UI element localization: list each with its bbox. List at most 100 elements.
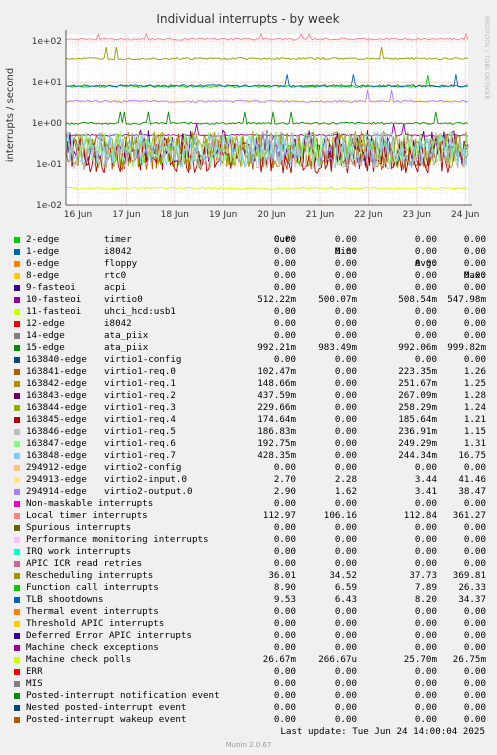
legend-swatch [14, 681, 20, 687]
legend-series-desc: virtio0 [104, 294, 143, 305]
legend-row: ERR 0.00 0.00 0.00 0.00 [0, 666, 497, 678]
legend-min-value: 0.00 [334, 426, 357, 437]
legend-min-value: 0.00 [334, 306, 357, 317]
legend-min-value: 0.00 [334, 438, 357, 449]
legend-series-desc: virtio2-output.0 [104, 486, 193, 497]
legend-series-name: Machine check polls [26, 654, 132, 665]
legend-series-desc: virtio1-req.0 [104, 366, 176, 377]
legend-min-value: 0.00 [334, 450, 357, 461]
legend-swatch [14, 513, 20, 519]
x-tick-label: 18 Jun [161, 210, 189, 220]
legend-series-name: Spurious interrupts [26, 522, 132, 533]
legend-row: Thermal event interrupts 0.00 0.00 0.00 0.00 [0, 606, 497, 618]
x-tick-label: 20 Jun [257, 210, 285, 220]
legend-series-desc: virtio1-req.3 [104, 402, 176, 413]
legend-series-name: APIC ICR read retries [26, 558, 143, 569]
legend-min-value: 0.00 [334, 390, 357, 401]
legend-series-name: 12-edge [26, 318, 65, 329]
legend-swatch [14, 597, 20, 603]
legend-row: 163846-edge virtio1-req.5 186.83m 0.00 236.9… [0, 426, 497, 438]
x-tick-label: 17 Jun [112, 210, 140, 220]
legend-min-value: 0.00 [334, 714, 357, 725]
legend-swatch [14, 549, 20, 555]
legend-swatch [14, 633, 20, 639]
legend-series-desc: rtc0 [104, 270, 127, 281]
legend-min-value: 0.00 [334, 702, 357, 713]
legend-max-value: 999.82m [447, 342, 486, 353]
legend-max-value: 0.00 [463, 498, 486, 509]
legend-swatch [14, 621, 20, 627]
legend-series-name: Rescheduling interrupts [26, 570, 154, 581]
legend-swatch [14, 501, 20, 507]
legend-series-desc: virtio1-req.4 [104, 414, 176, 425]
legend-max-value: 1.24 [463, 402, 486, 413]
legend-row: Non-maskable interrupts 0.00 0.00 0.00 0.00 [0, 498, 497, 510]
legend-series-name: 15-edge [26, 342, 65, 353]
legend-row: IRQ work interrupts 0.00 0.00 0.00 0.00 [0, 546, 497, 558]
legend-series-name: ERR [26, 666, 43, 677]
legend-row: Machine check polls 26.67m 266.67u 25.70m 26… [0, 654, 497, 666]
legend-swatch [14, 525, 20, 531]
legend-min-value: 2.28 [334, 474, 357, 485]
legend-swatch [14, 261, 20, 267]
legend-series-name: 163844-edge [26, 402, 87, 413]
legend-max-value: 0.00 [463, 630, 486, 641]
legend-row: 163848-edge virtio1-req.7 428.35m 0.00 244.3… [0, 450, 497, 462]
legend-row: 294914-edge virtio2-output.0 2.90 1.62 3.41 3… [0, 486, 497, 498]
legend-min-value: 0.00 [334, 246, 357, 257]
legend-header: Cur: Min: Avg: Max: [0, 222, 497, 281]
legend-max-value: 0.00 [463, 666, 486, 677]
legend-min-value: 0.00 [334, 378, 357, 389]
legend-max-value: 0.00 [463, 354, 486, 365]
legend-swatch [14, 657, 20, 663]
y-tick-label: 1e+01 [32, 78, 62, 88]
legend-swatch [14, 417, 20, 423]
legend-min-value: 6.43 [334, 594, 357, 605]
legend-row: TLB shootdowns 9.53 6.43 8.20 34.37 [0, 594, 497, 606]
legend-swatch [14, 537, 20, 543]
legend-swatch [14, 561, 20, 567]
legend-row: 163847-edge virtio1-req.6 192.75m 0.00 249.2… [0, 438, 497, 450]
legend-series-name: 294914-edge [26, 486, 87, 497]
legend-row: 10-fasteoi virtio0 512.22m 500.07m 508.54m 54… [0, 294, 497, 306]
legend-swatch [14, 453, 20, 459]
legend-series-desc: virtio1-req.6 [104, 438, 176, 449]
legend-row: Spurious interrupts 0.00 0.00 0.00 0.00 [0, 522, 497, 534]
y-axis-label: interrupts / second [5, 68, 16, 162]
legend-swatch [14, 309, 20, 315]
legend-series-desc: virtio1-req.5 [104, 426, 176, 437]
legend-row: Function call interrupts 8.90 6.59 7.89 26.3… [0, 582, 497, 594]
chart-title: Individual interrupts - by week [156, 12, 339, 26]
legend-series-desc: ata_piix [104, 330, 149, 341]
legend-rows: 2-edge timer 0.00 0.00 0.00 0.00 1-edge i8042 0.… [0, 234, 497, 726]
legend-max-value: 38.47 [458, 486, 486, 497]
x-tick-label: 22 Jun [354, 210, 382, 220]
legend-swatch [14, 585, 20, 591]
legend-row: 163841-edge virtio1-req.0 102.47m 0.00 223.3… [0, 366, 497, 378]
legend-series-name: Posted-interrupt wakeup event [26, 714, 187, 725]
legend-min-value: 0.00 [334, 630, 357, 641]
legend-swatch [14, 489, 20, 495]
legend-row: Machine check exceptions 0.00 0.00 0.00 0.00 [0, 642, 497, 654]
legend-row: 14-edge ata_piix 0.00 0.00 0.00 0.00 [0, 330, 497, 342]
legend-min-value: 0.00 [334, 618, 357, 629]
legend-row: Posted-interrupt notification event 0.00 0… [0, 690, 497, 702]
legend-max-value: 1.31 [463, 438, 486, 449]
legend-max-value: 0.00 [463, 558, 486, 569]
x-tick-label: 16 Jun [64, 210, 92, 220]
legend-series-name: 1-edge [26, 246, 60, 257]
rrdtool-side-label: RRDTOOL / TOBI OETIKER [483, 16, 491, 100]
legend-swatch [14, 297, 20, 303]
legend-series-name: 163846-edge [26, 426, 87, 437]
legend-row: 294913-edge virtio2-input.0 2.70 2.28 3.44 41… [0, 474, 497, 486]
legend-series-desc: virtio1-req.2 [104, 390, 176, 401]
legend-swatch [14, 381, 20, 387]
legend-swatch [14, 669, 20, 675]
legend-row: 8-edge rtc0 0.00 0.00 0.00 0.00 [0, 270, 497, 282]
legend-swatch [14, 273, 20, 279]
legend-series-name: 10-fasteoi [26, 294, 82, 305]
legend-swatch [14, 477, 20, 483]
legend-row: 2-edge timer 0.00 0.00 0.00 0.00 [0, 234, 497, 246]
munin-version: Munin 2.0.67 [225, 741, 272, 749]
legend-swatch [14, 609, 20, 615]
